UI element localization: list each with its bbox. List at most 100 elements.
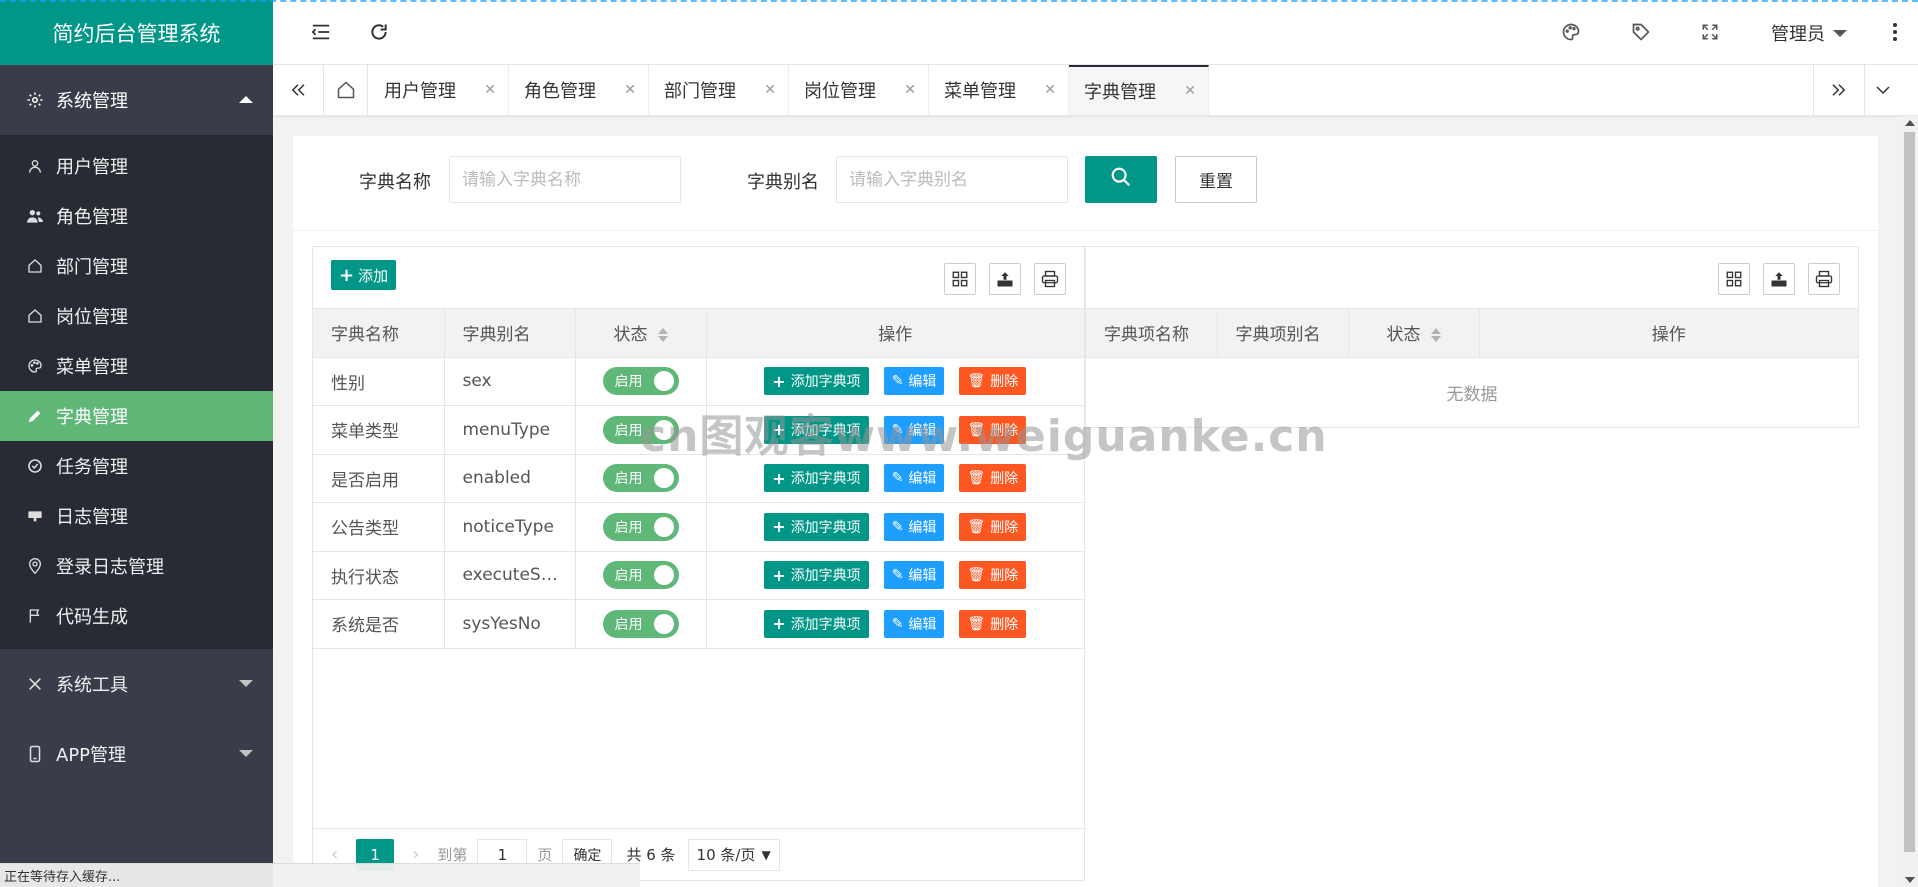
close-icon[interactable]: ✕ bbox=[904, 82, 916, 98]
chevron-down-icon: ▼ bbox=[761, 847, 771, 862]
columns-filter-icon[interactable] bbox=[1718, 263, 1750, 295]
status-toggle[interactable]: 启用 bbox=[602, 464, 679, 493]
next-page-icon[interactable]: › bbox=[412, 844, 419, 865]
nav-group-system[interactable]: 系统管理 bbox=[0, 65, 273, 135]
add-dict-item-button[interactable]: + 添加字典项 bbox=[764, 512, 869, 541]
edit-button[interactable]: ✎ 编辑 bbox=[883, 512, 945, 541]
status-toggle[interactable]: 启用 bbox=[602, 561, 679, 590]
dict-table: 字典名称 字典别名 状态 操作 性别 sex 启用 + 添加字典项 ✎ 编辑 🗑 删除 菜单类型 m… bbox=[313, 309, 1084, 649]
delete-button[interactable]: 🗑 删除 bbox=[959, 367, 1027, 396]
status-toggle[interactable]: 启用 bbox=[602, 609, 679, 638]
page-scrollbar[interactable] bbox=[1901, 116, 1918, 887]
dict-toolbar: + 添加 bbox=[313, 247, 1084, 309]
tab-home-icon[interactable] bbox=[324, 65, 368, 115]
edit-button[interactable]: ✎ 编辑 bbox=[883, 561, 945, 590]
tab-role[interactable]: 角色管理 ✕ bbox=[509, 65, 649, 115]
reset-button[interactable]: 重置 bbox=[1175, 156, 1257, 203]
status-toggle[interactable]: 启用 bbox=[602, 512, 679, 541]
page-unit-label: 页 bbox=[537, 846, 553, 864]
close-icon[interactable]: ✕ bbox=[1044, 82, 1056, 98]
dict-alias-input[interactable] bbox=[836, 156, 1068, 203]
sidebar-item-log[interactable]: 日志管理 bbox=[0, 491, 273, 541]
tabs-scroll-left-icon[interactable] bbox=[273, 65, 324, 115]
tab-dept[interactable]: 部门管理 ✕ bbox=[649, 65, 789, 115]
scroll-thumb[interactable] bbox=[1904, 132, 1915, 852]
add-dict-item-button[interactable]: + 添加字典项 bbox=[764, 609, 869, 638]
tab-post[interactable]: 岗位管理 ✕ bbox=[789, 65, 929, 115]
close-icon[interactable]: ✕ bbox=[484, 82, 496, 98]
add-dict-item-label: 添加字典项 bbox=[790, 616, 861, 633]
column-header: 操作 bbox=[706, 309, 1084, 358]
tab-dict[interactable]: 字典管理 ✕ bbox=[1069, 65, 1209, 115]
scroll-up-icon[interactable] bbox=[1905, 120, 1915, 126]
delete-button[interactable]: 🗑 删除 bbox=[959, 512, 1027, 541]
trash-icon: 🗑 bbox=[967, 615, 986, 632]
sidebar-item-role[interactable]: 角色管理 bbox=[0, 191, 273, 241]
delete-button[interactable]: 🗑 删除 bbox=[959, 561, 1027, 590]
plus-icon: + bbox=[772, 517, 786, 537]
sidebar-item-user[interactable]: 用户管理 bbox=[0, 141, 273, 191]
table-row[interactable]: 公告类型 noticeType 启用 + 添加字典项 ✎ 编辑 🗑 删除 bbox=[313, 502, 1084, 552]
print-icon[interactable] bbox=[1034, 263, 1066, 295]
gear-icon bbox=[24, 91, 46, 109]
table-row[interactable]: 执行状态 executeS… 启用 + 添加字典项 ✎ 编辑 🗑 删除 bbox=[313, 551, 1084, 600]
sort-icon[interactable] bbox=[657, 328, 668, 343]
menu-fold-icon[interactable] bbox=[309, 20, 333, 44]
refresh-icon[interactable] bbox=[367, 20, 391, 44]
delete-label: 删除 bbox=[990, 568, 1019, 585]
user-menu[interactable]: 管理员 bbox=[1771, 20, 1847, 46]
add-dict-item-button[interactable]: + 添加字典项 bbox=[764, 561, 869, 590]
close-icon[interactable]: ✕ bbox=[764, 82, 776, 98]
tab-user[interactable]: 用户管理 ✕ bbox=[369, 65, 509, 115]
sidebar-item-codegen[interactable]: 代码生成 bbox=[0, 591, 273, 641]
scroll-down-icon[interactable] bbox=[1905, 877, 1915, 883]
actions-cell: + 添加字典项 ✎ 编辑 🗑 删除 bbox=[706, 357, 1084, 406]
dict-name-input[interactable] bbox=[449, 156, 681, 203]
status-column-header[interactable]: 状态 bbox=[575, 309, 707, 358]
delete-button[interactable]: 🗑 删除 bbox=[959, 609, 1027, 638]
tab-menu[interactable]: 菜单管理 ✕ bbox=[929, 65, 1069, 115]
status-toggle[interactable]: 启用 bbox=[602, 367, 679, 396]
print-icon[interactable] bbox=[1808, 263, 1840, 295]
status-toggle-label: 启用 bbox=[614, 422, 643, 439]
columns-filter-icon[interactable] bbox=[944, 263, 976, 295]
add-dict-button[interactable]: + 添加 bbox=[331, 260, 397, 290]
search-icon bbox=[1110, 166, 1132, 193]
export-icon[interactable] bbox=[989, 263, 1021, 295]
tabs-scroll-right-icon[interactable] bbox=[1813, 65, 1865, 115]
sidebar-item-login-log[interactable]: 登录日志管理 bbox=[0, 541, 273, 591]
nav-group-app[interactable]: APP管理 bbox=[0, 719, 273, 789]
export-icon[interactable] bbox=[1763, 263, 1795, 295]
fullscreen-icon[interactable] bbox=[1698, 20, 1722, 44]
edit-button[interactable]: ✎ 编辑 bbox=[883, 464, 945, 493]
tag-icon[interactable] bbox=[1629, 20, 1653, 44]
sidebar-item-dept[interactable]: 部门管理 bbox=[0, 241, 273, 291]
theme-palette-icon[interactable] bbox=[1559, 20, 1583, 44]
sidebar-item-post[interactable]: 岗位管理 bbox=[0, 291, 273, 341]
close-icon[interactable]: ✕ bbox=[1184, 83, 1196, 99]
page-size-select[interactable]: 10 条/页 ▼ bbox=[687, 838, 780, 871]
add-dict-item-button[interactable]: + 添加字典项 bbox=[764, 367, 869, 396]
search-button[interactable] bbox=[1085, 156, 1157, 203]
more-vertical-icon[interactable] bbox=[1883, 20, 1907, 44]
sort-icon[interactable] bbox=[1430, 328, 1441, 343]
add-dict-item-button[interactable]: + 添加字典项 bbox=[764, 464, 869, 493]
sidebar-item-task[interactable]: 任务管理 bbox=[0, 441, 273, 491]
prev-page-icon[interactable]: ‹ bbox=[331, 844, 338, 865]
edit-button[interactable]: ✎ 编辑 bbox=[883, 609, 945, 638]
sidebar-item-dict[interactable]: 字典管理 bbox=[0, 391, 273, 441]
status-column-header[interactable]: 状态 bbox=[1348, 309, 1480, 358]
table-row[interactable]: 系统是否 sysYesNo 启用 + 添加字典项 ✎ 编辑 🗑 删除 bbox=[313, 599, 1084, 649]
nav-group-tools[interactable]: 系统工具 bbox=[0, 649, 273, 719]
table-row[interactable]: 性别 sex 启用 + 添加字典项 ✎ 编辑 🗑 删除 bbox=[313, 357, 1084, 406]
edit-button[interactable]: ✎ 编辑 bbox=[883, 367, 945, 396]
plus-icon: + bbox=[772, 565, 786, 585]
close-icon[interactable]: ✕ bbox=[624, 82, 636, 98]
delete-button[interactable]: 🗑 删除 bbox=[959, 464, 1027, 493]
tabs-dropdown-icon[interactable] bbox=[1865, 65, 1901, 115]
column-header-label: 状态 bbox=[1386, 325, 1421, 346]
delete-label: 删除 bbox=[990, 616, 1019, 633]
sidebar-item-menu[interactable]: 菜单管理 bbox=[0, 341, 273, 391]
pencil-icon: ✎ bbox=[891, 518, 904, 535]
nav-group-system-label: 系统管理 bbox=[56, 91, 128, 112]
